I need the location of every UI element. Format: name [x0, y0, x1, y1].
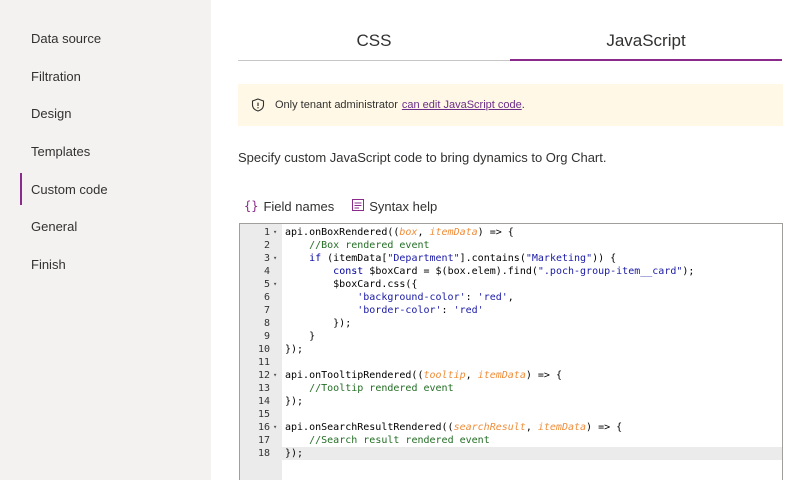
code-line[interactable]: 16 ▾ api.onSearchResultRendered((searchRes…: [240, 421, 782, 434]
tab-css[interactable]: CSS: [238, 22, 510, 60]
banner-text: Only tenant administrator: [275, 99, 398, 111]
fold-arrow-icon[interactable]: ▾: [273, 278, 277, 291]
code-line[interactable]: 17 //Search result rendered event: [240, 434, 782, 447]
code-text: //Search result rendered event: [309, 435, 490, 446]
code-text: });: [285, 448, 304, 459]
banner-suffix: .: [521, 99, 525, 111]
code-line[interactable]: 10});: [240, 343, 782, 356]
tab-javascript[interactable]: JavaScript: [510, 22, 782, 60]
shield-icon: [251, 98, 265, 112]
line-number: 5: [263, 279, 270, 290]
sidebar-item-custom-code[interactable]: Custom code: [20, 173, 211, 205]
line-number: 12: [257, 370, 270, 381]
line-number: 8: [263, 318, 270, 329]
fold-arrow-icon[interactable]: ▾: [273, 252, 277, 265]
code-line[interactable]: 1 ▾ api.onBoxRendered((box, itemData) => {: [240, 226, 782, 239]
fold-arrow-icon[interactable]: ▾: [273, 226, 277, 239]
code-text: });: [285, 318, 352, 329]
line-number: 2: [263, 240, 270, 251]
code-text: });: [285, 396, 304, 407]
code-line[interactable]: 5 ▾ $boxCard.css({: [240, 278, 782, 291]
fold-arrow-icon[interactable]: ▾: [273, 369, 277, 382]
code-text: 'background-color': 'red',: [357, 292, 514, 303]
code-text: api.onBoxRendered((box, itemData) => {: [285, 227, 514, 238]
code-line[interactable]: 15: [240, 408, 782, 421]
code-line[interactable]: 6 'background-color': 'red',: [240, 291, 782, 304]
editor-toolbar: {} Field names Syntax help: [244, 196, 455, 216]
code-text: $boxCard.css({: [285, 279, 418, 290]
code-text: api.onSearchResultRendered((searchResult…: [285, 422, 623, 433]
code-editor[interactable]: 1 ▾ api.onBoxRendered((box, itemData) => {…: [239, 223, 783, 480]
line-number: 13: [257, 383, 270, 394]
line-number: 14: [257, 396, 270, 407]
line-number: 11: [257, 357, 270, 368]
code-line[interactable]: 14});: [240, 395, 782, 408]
main-panel: CSS JavaScript Only tenant administrator…: [211, 0, 809, 480]
code-line[interactable]: 12 ▾ api.onTooltipRendered((tooltip, itemD…: [240, 369, 782, 382]
fold-arrow-icon[interactable]: ▾: [273, 421, 277, 434]
code-text: //Box rendered event: [309, 240, 430, 251]
braces-icon: {}: [244, 199, 259, 213]
sidebar: Data source Filtration Design Templates …: [0, 0, 211, 480]
sidebar-item-general[interactable]: General: [20, 210, 211, 242]
code-line[interactable]: 2 //Box rendered event: [240, 239, 782, 252]
code-text: if (itemData["Department"].contains("Mar…: [309, 253, 617, 264]
line-number: 17: [257, 435, 270, 446]
line-number: 18: [257, 448, 270, 459]
syntax-help-button[interactable]: Syntax help: [352, 198, 438, 214]
code-line[interactable]: 18});: [240, 447, 782, 460]
code-line[interactable]: 9 }: [240, 330, 782, 343]
code-line[interactable]: 7 'border-color': 'red': [240, 304, 782, 317]
field-names-label: Field names: [263, 198, 335, 214]
line-number: 10: [257, 344, 270, 355]
sidebar-item-filtration[interactable]: Filtration: [20, 60, 211, 92]
code-document-icon: [352, 198, 365, 214]
code-line[interactable]: 4 const $boxCard = $(box.elem).find(".po…: [240, 265, 782, 278]
code-line[interactable]: 8 });: [240, 317, 782, 330]
permission-banner: Only tenant administrator can edit JavaS…: [238, 84, 783, 126]
code-line[interactable]: 3 ▾ if (itemData["Department"].contains("…: [240, 252, 782, 265]
description-text: Specify custom JavaScript code to bring …: [238, 150, 607, 165]
line-number: 9: [263, 331, 270, 342]
code-text: //Tooltip rendered event: [309, 383, 454, 394]
line-number: 3: [263, 253, 270, 264]
code-text: 'border-color': 'red': [357, 305, 484, 316]
line-number: 15: [257, 409, 270, 420]
edit-permission-link[interactable]: can edit JavaScript code: [402, 99, 522, 111]
code-line[interactable]: 13 //Tooltip rendered event: [240, 382, 782, 395]
sidebar-item-data-source[interactable]: Data source: [20, 22, 211, 54]
syntax-help-label: Syntax help: [369, 198, 438, 214]
code-text: }: [285, 331, 316, 342]
code-text: const $boxCard = $(box.elem).find(".poch…: [333, 266, 695, 277]
line-number: 7: [263, 305, 270, 316]
sidebar-item-design[interactable]: Design: [20, 97, 211, 129]
code-line[interactable]: 11: [240, 356, 782, 369]
line-number: 1: [263, 227, 270, 238]
sidebar-item-finish[interactable]: Finish: [20, 248, 211, 280]
code-text: api.onTooltipRendered((tooltip, itemData…: [285, 370, 562, 381]
line-number: 4: [263, 266, 270, 277]
sidebar-item-templates[interactable]: Templates: [20, 135, 211, 167]
field-names-button[interactable]: {} Field names: [244, 199, 334, 214]
active-tab-indicator: [510, 59, 782, 61]
line-number: 6: [263, 292, 270, 303]
line-number: 16: [257, 422, 270, 433]
code-text: });: [285, 344, 304, 355]
